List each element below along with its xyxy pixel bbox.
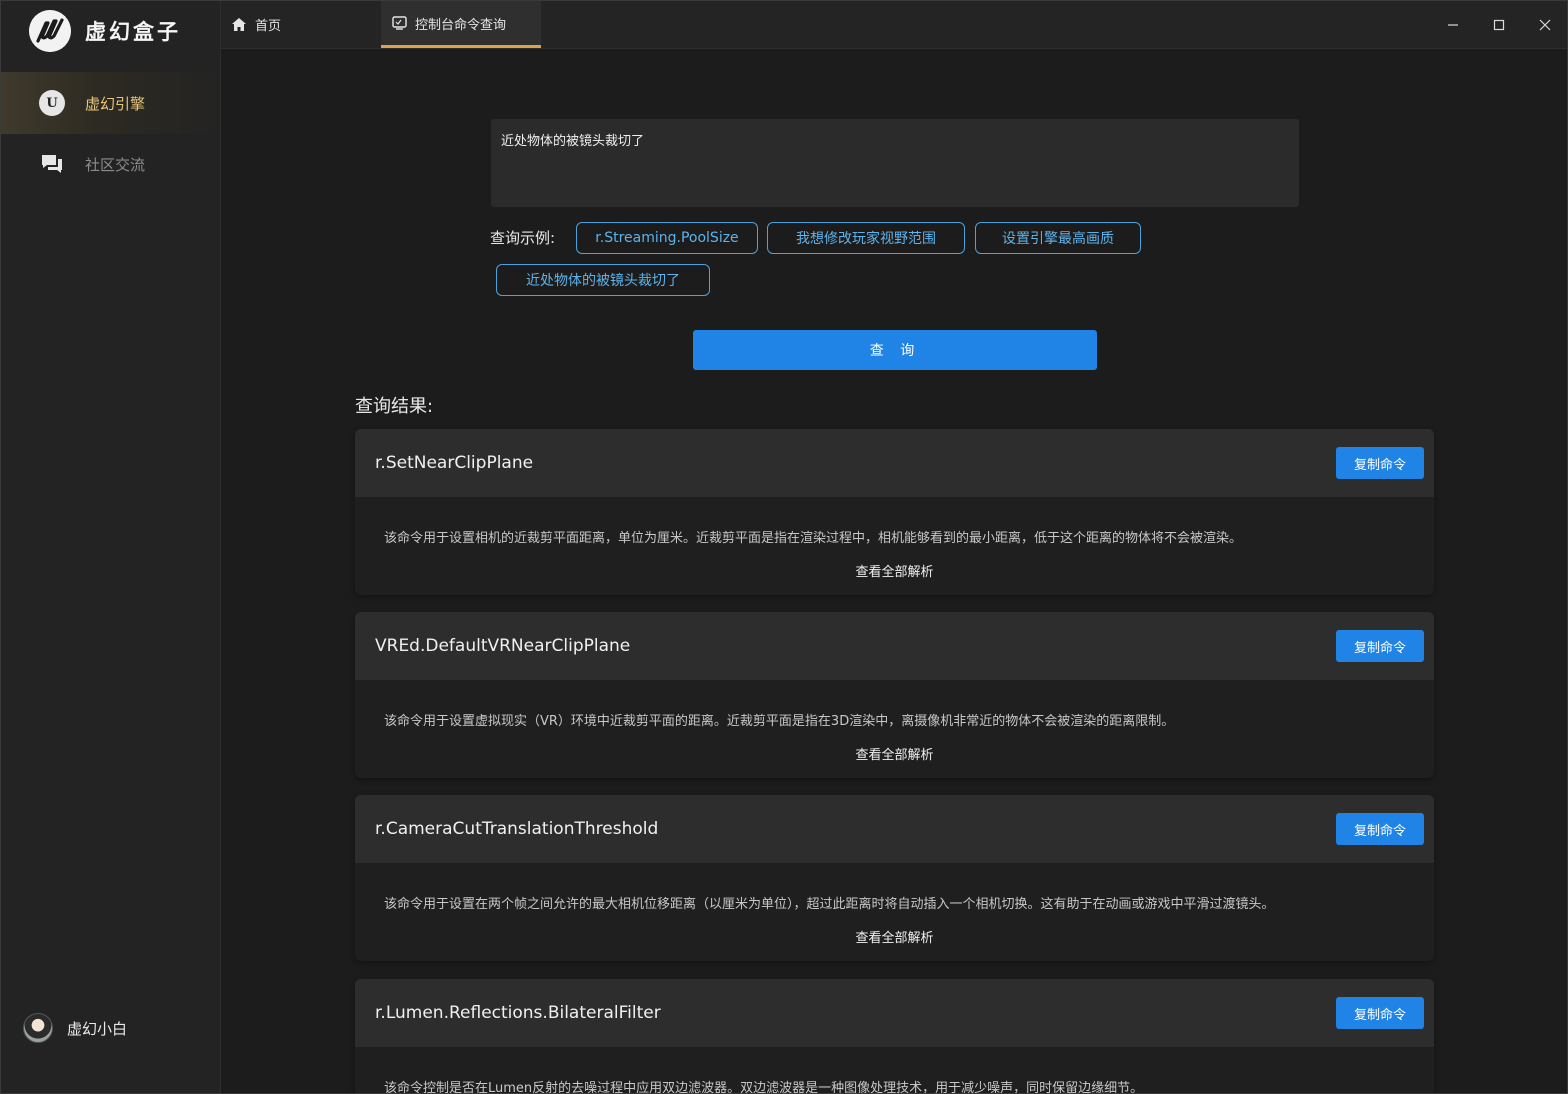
result-card: r.CameraCutTranslationThreshold 复制命令 该命令…: [355, 795, 1434, 961]
examples-label: 查询示例:: [490, 229, 556, 247]
result-card: r.SetNearClipPlane 复制命令 该命令用于设置相机的近裁剪平面距…: [355, 429, 1434, 595]
command-description: 该命令用于设置虚拟现实（VR）环境中近裁剪平面的距离。近裁剪平面是指在3D渲染中…: [384, 714, 1175, 729]
command-name: r.Lumen.Reflections.BilateralFilter: [375, 1003, 661, 1023]
result-card-header: r.CameraCutTranslationThreshold 复制命令: [355, 795, 1434, 863]
tab-home[interactable]: 首页: [229, 1, 379, 48]
tab-console-query[interactable]: 控制台命令查询: [381, 1, 541, 48]
user-name: 虚幻小白: [67, 1019, 128, 1038]
command-description: 该命令用于设置在两个帧之间允许的最大相机位移距离（以厘米为单位），超过此距离时将…: [384, 897, 1275, 912]
example-chip[interactable]: r.Streaming.PoolSize: [576, 222, 758, 254]
result-card-header: r.Lumen.Reflections.BilateralFilter 复制命令: [355, 979, 1434, 1047]
close-button[interactable]: [1529, 9, 1561, 41]
close-icon: [1539, 19, 1551, 31]
logo-icon: [29, 10, 71, 52]
result-card-header: r.SetNearClipPlane 复制命令: [355, 429, 1434, 497]
app-name: 虚幻盒子: [85, 20, 181, 44]
app-logo: 虚幻盒子: [29, 10, 181, 52]
view-full-analysis-link[interactable]: 查看全部解析: [355, 561, 1434, 580]
sidebar-item-unreal-engine[interactable]: U 虚幻引擎: [1, 72, 220, 134]
copy-command-button[interactable]: 复制命令: [1336, 630, 1424, 662]
console-icon: [391, 15, 407, 31]
command-description: 该命令控制是否在Lumen反射的去噪过程中应用双边滤波器。双边滤波器是一种图像处…: [384, 1081, 1144, 1094]
copy-command-button[interactable]: 复制命令: [1336, 447, 1424, 479]
maximize-icon: [1493, 19, 1505, 31]
example-chip[interactable]: 设置引擎最高画质: [975, 222, 1141, 254]
main-content: 近处物体的被镜头裁切了 查询示例: r.Streaming.PoolSize 我…: [221, 49, 1567, 1094]
chat-bubbles-icon: [39, 151, 65, 177]
example-chip[interactable]: 我想修改玩家视野范围: [767, 222, 965, 254]
result-card-header: VREd.DefaultVRNearClipPlane 复制命令: [355, 612, 1434, 680]
home-icon: [231, 17, 247, 33]
tab-label: 控制台命令查询: [415, 17, 507, 33]
unreal-engine-icon: U: [39, 90, 65, 116]
results-title: 查询结果:: [355, 396, 434, 417]
copy-command-button[interactable]: 复制命令: [1336, 813, 1424, 845]
tab-bar: 首页 控制台命令查询: [221, 1, 1567, 49]
user-profile[interactable]: 虚幻小白: [23, 1013, 127, 1043]
app-window: 虚幻盒子 U 虚幻引擎 社区交流 虚幻小白 首页 控制台命令查询 近处物体的被镜…: [0, 0, 1568, 1094]
example-chip[interactable]: 近处物体的被镜头裁切了: [496, 264, 710, 296]
sidebar-item-community[interactable]: 社区交流: [1, 133, 220, 195]
sidebar: 虚幻盒子 U 虚幻引擎 社区交流 虚幻小白: [1, 1, 221, 1093]
minimize-icon: [1448, 24, 1458, 26]
command-name: r.SetNearClipPlane: [375, 453, 534, 473]
command-name: r.CameraCutTranslationThreshold: [375, 819, 659, 839]
result-card: VREd.DefaultVRNearClipPlane 复制命令 该命令用于设置…: [355, 612, 1434, 778]
query-input[interactable]: 近处物体的被镜头裁切了: [491, 119, 1299, 207]
search-button[interactable]: 查 询: [693, 330, 1097, 370]
copy-command-button[interactable]: 复制命令: [1336, 997, 1424, 1029]
view-full-analysis-link[interactable]: 查看全部解析: [355, 744, 1434, 763]
result-card: r.Lumen.Reflections.BilateralFilter 复制命令…: [355, 979, 1434, 1094]
minimize-button[interactable]: [1437, 9, 1469, 41]
command-name: VREd.DefaultVRNearClipPlane: [375, 636, 631, 656]
sidebar-item-label: 社区交流: [85, 155, 146, 174]
tab-label: 首页: [255, 19, 282, 34]
view-full-analysis-link[interactable]: 查看全部解析: [355, 927, 1434, 946]
sidebar-item-label: 虚幻引擎: [85, 94, 146, 113]
command-description: 该命令用于设置相机的近裁剪平面距离，单位为厘米。近裁剪平面是指在渲染过程中，相机…: [384, 531, 1243, 546]
maximize-button[interactable]: [1483, 9, 1515, 41]
avatar: [23, 1013, 53, 1043]
